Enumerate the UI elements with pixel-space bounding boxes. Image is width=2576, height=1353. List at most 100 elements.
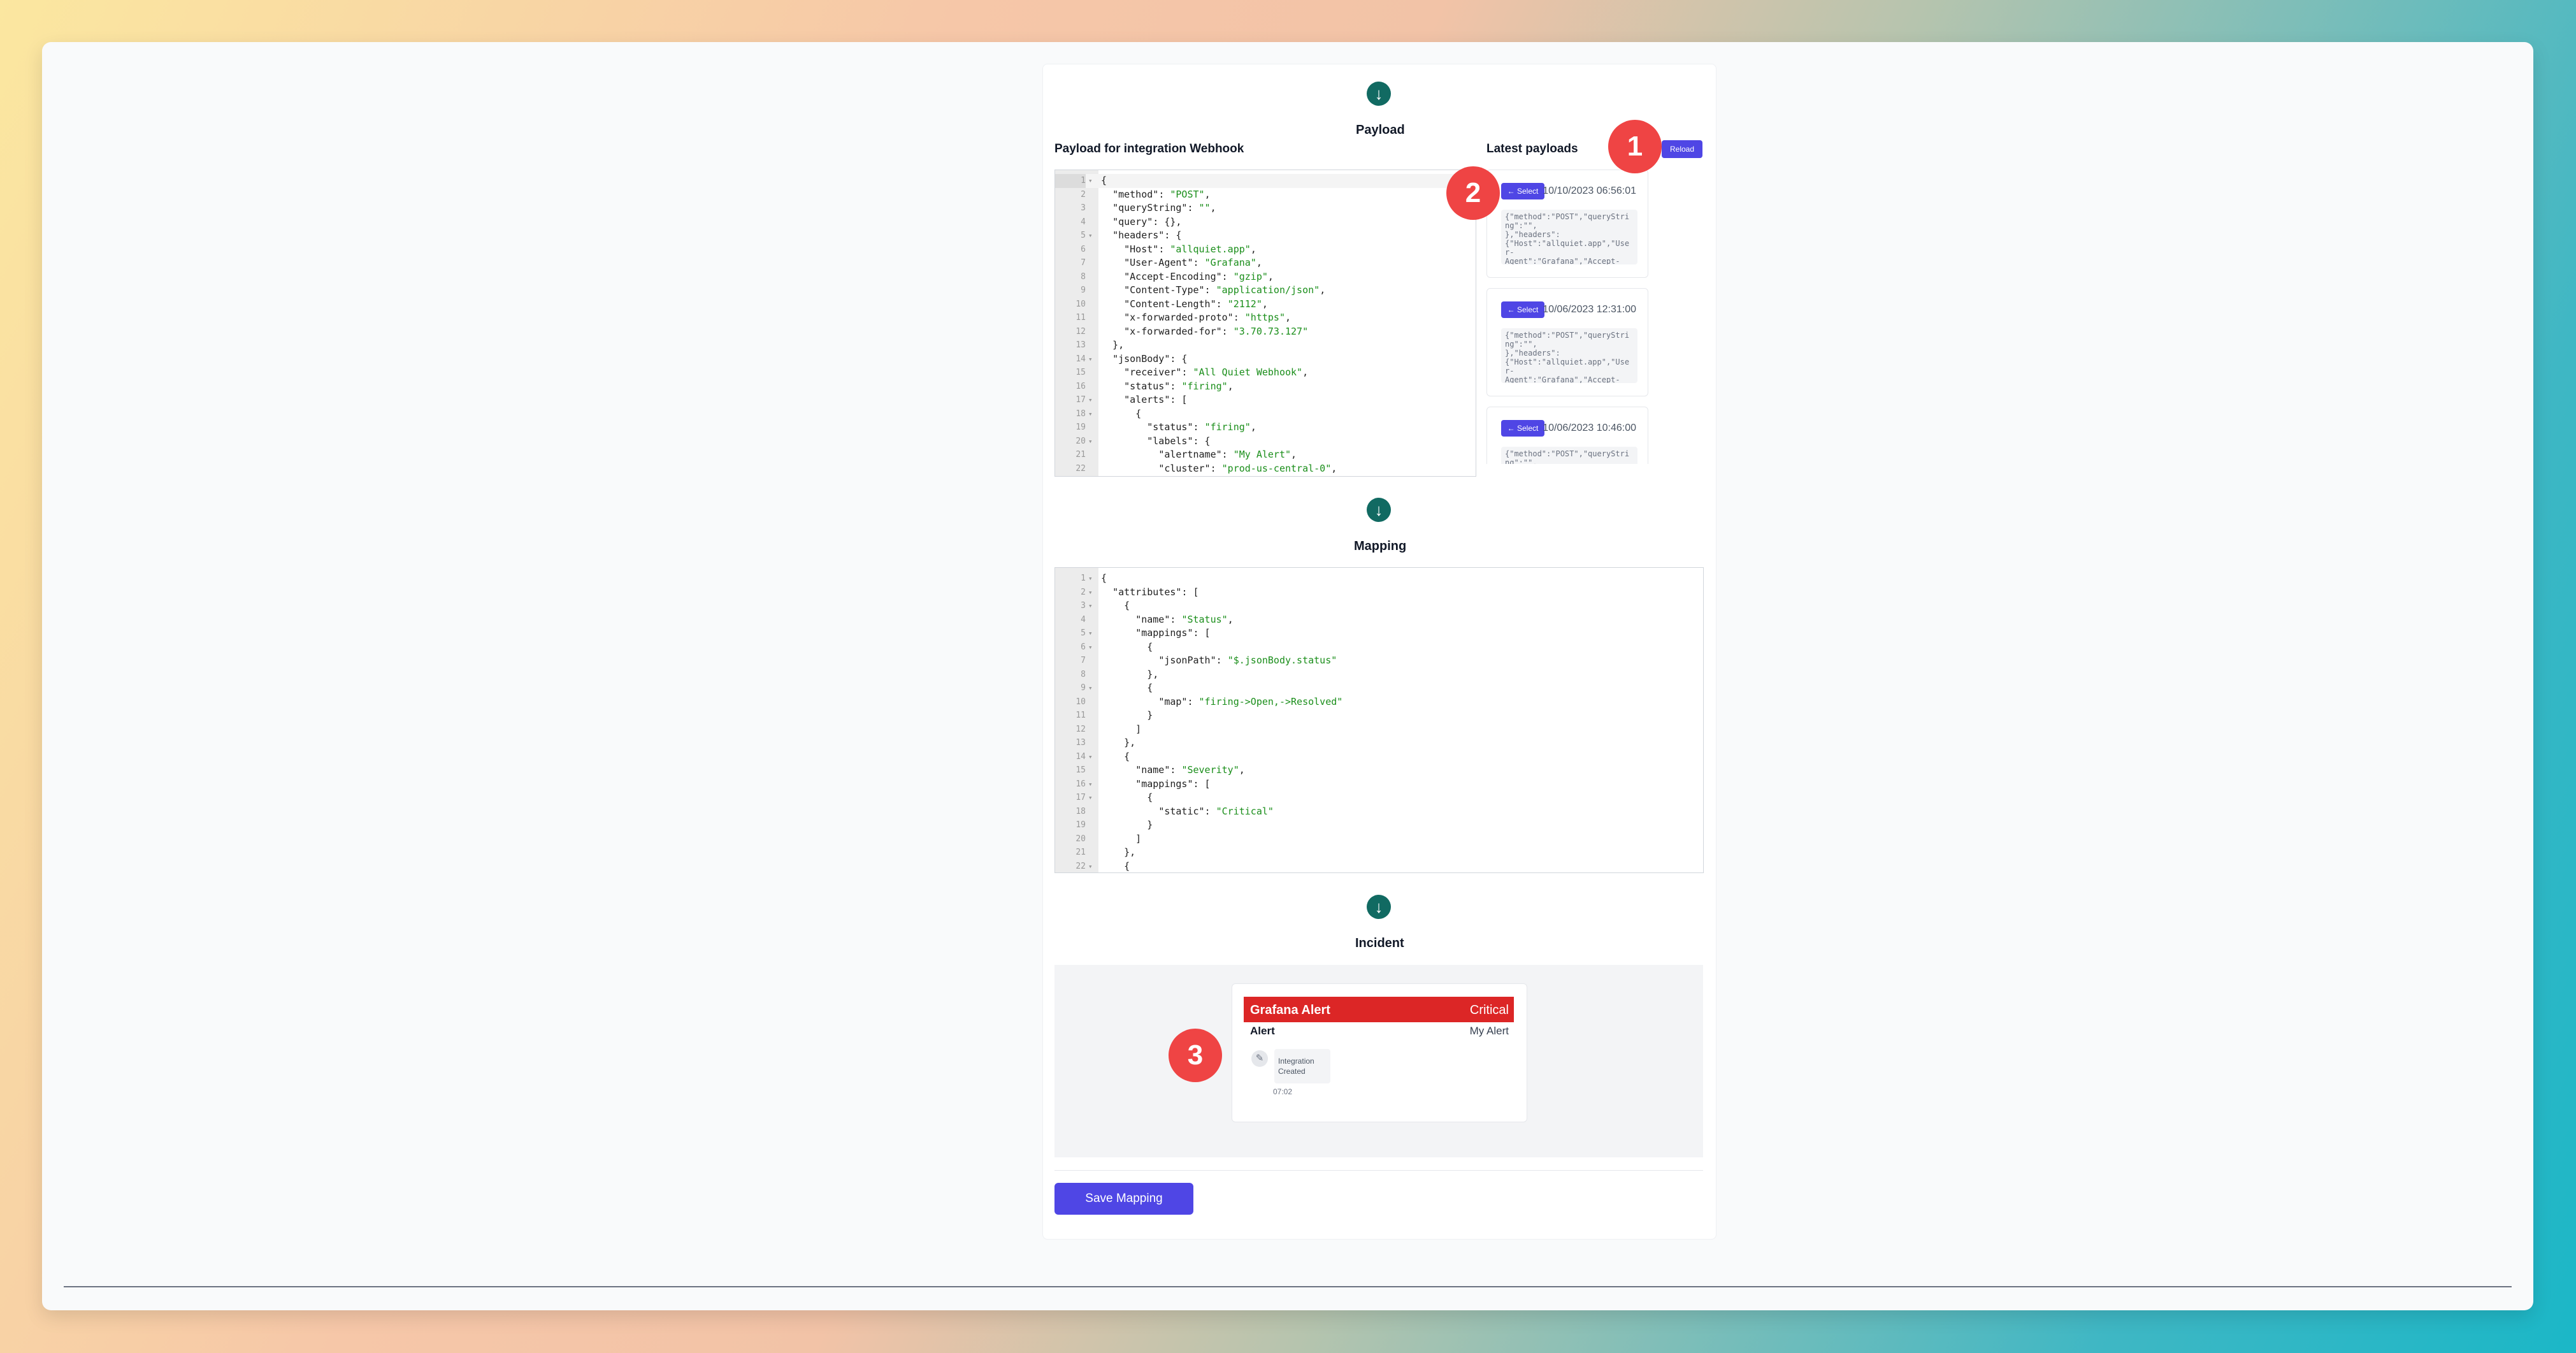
code-line: 4 "query": {},	[1055, 215, 1476, 229]
incident-card[interactable]: Grafana Alert Critical Alert My Alert ✎ …	[1232, 983, 1527, 1122]
payload-preview: {"method":"POST","queryString":"", },"he…	[1501, 447, 1637, 464]
arrow-down-circle-icon: ↓	[1367, 498, 1391, 522]
code-text: ]	[1101, 832, 1142, 844]
latest-payloads-list[interactable]: ← Select 10/10/2023 06:56:01 {"method":"PO…	[1486, 170, 1649, 464]
line-number: 9	[1081, 683, 1086, 693]
payload-preview: {"method":"POST","queryString":"", },"he…	[1501, 210, 1637, 264]
fold-toggle-icon[interactable]: ▾	[1088, 435, 1096, 449]
alert-label: Alert	[1250, 1025, 1275, 1037]
code-text: "jsonPath": "$.jsonBody.status"	[1158, 655, 1337, 666]
code-line: 8 },	[1055, 668, 1703, 682]
code-line: 3 ▾ {	[1055, 599, 1703, 613]
line-number: 14	[1076, 354, 1086, 364]
code-line: 6 "Host": "allquiet.app",	[1055, 243, 1476, 257]
line-number: 7	[1081, 258, 1086, 268]
fold-toggle-icon[interactable]: ▾	[1088, 791, 1096, 805]
code-line: 14 ▾ "jsonBody": {	[1055, 352, 1476, 366]
line-number: 15	[1076, 765, 1086, 775]
code-text: }	[1101, 819, 1153, 830]
annotation-marker-2: 2	[1446, 166, 1500, 220]
payload-editor-label: Payload for integration Webhook	[1054, 142, 1244, 156]
code-line: 1 ▾ {	[1055, 174, 1476, 188]
line-number: 18	[1076, 806, 1086, 816]
code-text: "attributes": [	[1112, 586, 1199, 598]
save-mapping-button[interactable]: Save Mapping	[1054, 1183, 1193, 1215]
payload-card[interactable]: ← Select 10/06/2023 12:31:00 {"method":"PO…	[1486, 288, 1648, 396]
link-icon: ✎	[1251, 1050, 1268, 1067]
code-text: "static": "Critical"	[1158, 805, 1274, 817]
code-text: "x-forwarded-for": "3.70.73.127"	[1124, 325, 1309, 337]
payload-card[interactable]: ← Select 10/10/2023 06:56:01 {"method":"PO…	[1486, 170, 1648, 278]
code-text: "mappings": [	[1135, 627, 1211, 639]
payload-preview: {"method":"POST","queryString":"", },"he…	[1501, 328, 1637, 383]
line-number: 20	[1076, 834, 1086, 844]
payload-timestamp: 10/10/2023 06:56:01	[1543, 185, 1636, 196]
code-line: 1 ▾ {	[1055, 572, 1703, 586]
fold-toggle-icon[interactable]: ▾	[1088, 572, 1096, 586]
code-text: ]	[1101, 723, 1142, 735]
code-text: {	[1101, 407, 1142, 419]
fold-toggle-icon[interactable]: ▾	[1088, 407, 1096, 421]
arrow-down-circle-icon: ↓	[1367, 895, 1391, 919]
line-number: 21	[1076, 848, 1086, 857]
fold-toggle-icon[interactable]: ▾	[1088, 352, 1096, 366]
select-payload-button[interactable]: ← Select	[1501, 301, 1544, 318]
mapping-code-editor[interactable]: 1 ▾{2 ▾ "attributes": [3 ▾ {4 "name": "Stat…	[1054, 567, 1704, 873]
line-number: 22	[1076, 861, 1086, 871]
code-text: },	[1101, 668, 1159, 680]
code-text: {	[1101, 750, 1130, 762]
payload-section-title: Payload	[1356, 123, 1405, 137]
code-text: "jsonBody": {	[1112, 352, 1188, 365]
code-text: {	[1101, 640, 1153, 653]
fold-toggle-icon[interactable]: ▾	[1088, 778, 1096, 792]
code-text: "alerts": [	[1124, 394, 1188, 405]
incident-severity: Critical	[1469, 1003, 1509, 1017]
line-number: 8	[1081, 669, 1086, 679]
line-number: 3	[1081, 203, 1086, 213]
payload-card[interactable]: ← Select 10/06/2023 10:46:00 {"method":"PO…	[1486, 407, 1648, 464]
fold-toggle-icon[interactable]: ▾	[1088, 626, 1096, 640]
line-number: 13	[1076, 340, 1086, 350]
fold-toggle-icon[interactable]: ▾	[1088, 393, 1096, 407]
code-text: {	[1101, 792, 1153, 803]
fold-toggle-icon[interactable]: ▾	[1088, 860, 1096, 873]
code-text: },	[1101, 846, 1136, 858]
code-line: 15 "name": "Severity",	[1055, 763, 1703, 778]
fold-toggle-icon[interactable]: ▾	[1088, 640, 1096, 655]
code-line: 18 ▾ {	[1055, 407, 1476, 421]
code-line: 20 ▾ "labels": {	[1055, 435, 1476, 449]
code-text: "Accept-Encoding": "gzip",	[1124, 270, 1274, 282]
latest-payloads-title: Latest payloads	[1486, 142, 1578, 156]
line-number: 3	[1081, 601, 1086, 611]
fold-toggle-icon[interactable]: ▾	[1088, 174, 1096, 188]
line-number: 13	[1076, 738, 1086, 748]
reload-button[interactable]: Reload	[1662, 140, 1702, 158]
line-number: 12	[1076, 724, 1086, 734]
line-number: 11	[1076, 711, 1086, 720]
fold-toggle-icon[interactable]: ▾	[1088, 599, 1096, 613]
alert-value: My Alert	[1469, 1025, 1509, 1037]
code-text: {	[1101, 682, 1153, 693]
select-payload-button[interactable]: ← Select	[1501, 420, 1544, 437]
code-text: "Content-Type": "application/json",	[1124, 284, 1326, 296]
line-number: 6	[1081, 244, 1086, 254]
code-line: 4 "name": "Status",	[1055, 613, 1703, 627]
fold-toggle-icon[interactable]: ▾	[1088, 750, 1096, 764]
line-number: 21	[1076, 450, 1086, 459]
line-number: 7	[1081, 656, 1086, 665]
line-number: 1	[1055, 174, 1086, 188]
code-line: 16 ▾ "mappings": [	[1055, 778, 1703, 792]
code-line: 14 ▾ {	[1055, 750, 1703, 764]
code-text: "alertname": "My Alert",	[1158, 449, 1297, 460]
code-line: 2 ▾ "attributes": [	[1055, 586, 1703, 600]
fold-toggle-icon[interactable]: ▾	[1088, 229, 1096, 243]
code-line: 9 "Content-Type": "application/json",	[1055, 284, 1476, 298]
line-number: 4	[1081, 614, 1086, 625]
payload-code-editor[interactable]: 1 ▾{2 "method": "POST", 3 "queryString": "…	[1054, 170, 1476, 477]
line-number: 2	[1081, 587, 1086, 597]
select-payload-button[interactable]: ← Select	[1501, 183, 1544, 199]
code-line: 22 ▾ {	[1055, 860, 1703, 873]
fold-toggle-icon[interactable]: ▾	[1088, 681, 1096, 695]
line-number: 17	[1076, 395, 1086, 405]
fold-toggle-icon[interactable]: ▾	[1088, 586, 1096, 600]
